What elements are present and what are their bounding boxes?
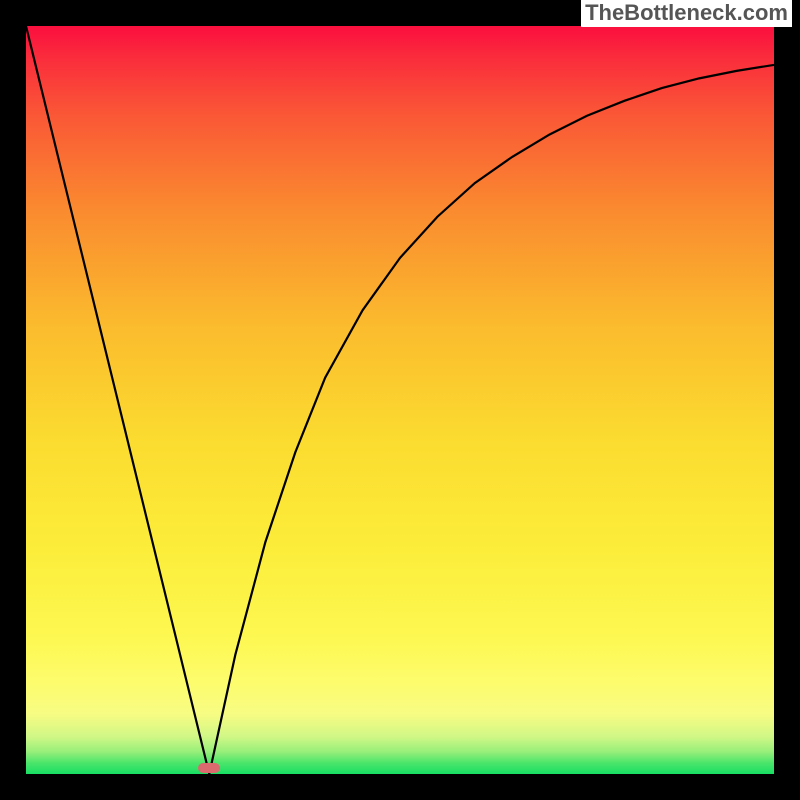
plot-area (26, 26, 774, 774)
plot-svg (26, 26, 774, 774)
gradient-background (26, 26, 774, 774)
brand-watermark: TheBottleneck.com (581, 0, 792, 27)
minimum-marker-pill (198, 763, 220, 773)
chart-container: TheBottleneck.com (0, 0, 800, 800)
